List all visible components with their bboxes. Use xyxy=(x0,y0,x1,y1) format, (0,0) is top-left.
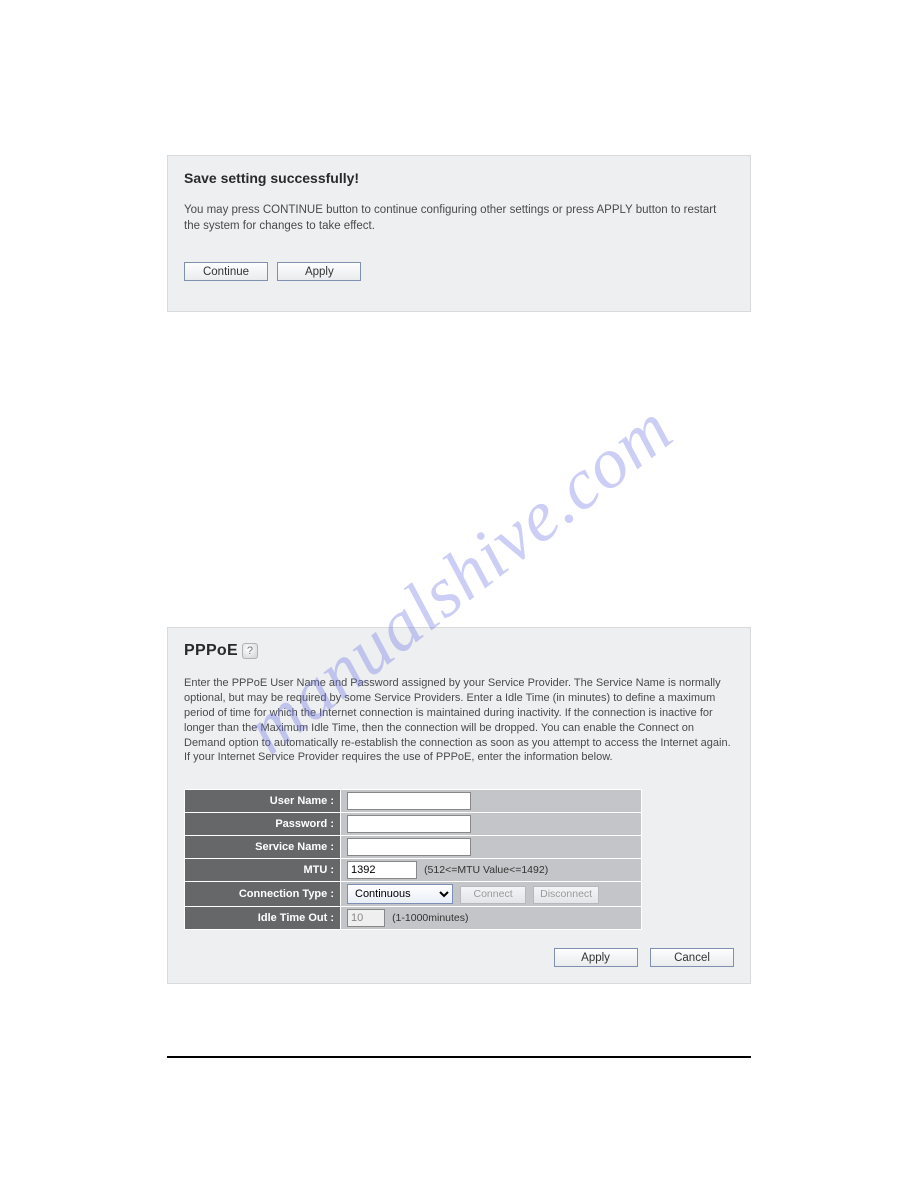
apply-button-bottom[interactable]: Apply xyxy=(554,948,638,967)
apply-button-top[interactable]: Apply xyxy=(277,262,361,281)
idle-timeout-label: Idle Time Out : xyxy=(185,907,341,930)
help-icon[interactable]: ? xyxy=(242,643,258,659)
row-idle-timeout: Idle Time Out : (1-1000minutes) xyxy=(185,907,642,930)
connection-type-select[interactable]: Continuous xyxy=(347,884,453,904)
cancel-button[interactable]: Cancel xyxy=(650,948,734,967)
user-name-label: User Name : xyxy=(185,790,341,813)
disconnect-button[interactable]: Disconnect xyxy=(533,886,599,904)
password-input[interactable] xyxy=(347,815,471,833)
pppoe-title: PPPoE xyxy=(184,642,238,660)
mtu-hint: (512<=MTU Value<=1492) xyxy=(424,864,548,876)
mtu-input[interactable] xyxy=(347,861,417,879)
connection-type-label: Connection Type : xyxy=(185,882,341,907)
spacer xyxy=(167,312,751,627)
pppoe-description: Enter the PPPoE User Name and Password a… xyxy=(184,676,734,765)
service-name-input[interactable] xyxy=(347,838,471,856)
save-success-panel: Save setting successfully! You may press… xyxy=(167,155,751,312)
idle-timeout-input xyxy=(347,909,385,927)
user-name-input[interactable] xyxy=(347,792,471,810)
save-success-text: You may press CONTINUE button to continu… xyxy=(184,202,734,234)
page-divider xyxy=(167,1056,751,1058)
connect-button[interactable]: Connect xyxy=(460,886,526,904)
password-label: Password : xyxy=(185,813,341,836)
row-service-name: Service Name : xyxy=(185,836,642,859)
row-mtu: MTU : (512<=MTU Value<=1492) xyxy=(185,859,642,882)
pppoe-footer: Apply Cancel xyxy=(184,948,734,967)
row-user-name: User Name : xyxy=(185,790,642,813)
pppoe-form-table: User Name : Password : Service Name : MT… xyxy=(184,789,642,930)
row-password: Password : xyxy=(185,813,642,836)
service-name-label: Service Name : xyxy=(185,836,341,859)
row-connection-type: Connection Type : Continuous Connect Dis… xyxy=(185,882,642,907)
mtu-label: MTU : xyxy=(185,859,341,882)
save-success-title: Save setting successfully! xyxy=(184,170,734,186)
idle-timeout-hint: (1-1000minutes) xyxy=(392,912,468,924)
pppoe-panel: PPPoE ? Enter the PPPoE User Name and Pa… xyxy=(167,627,751,984)
continue-button[interactable]: Continue xyxy=(184,262,268,281)
save-success-actions: Continue Apply xyxy=(184,262,734,281)
